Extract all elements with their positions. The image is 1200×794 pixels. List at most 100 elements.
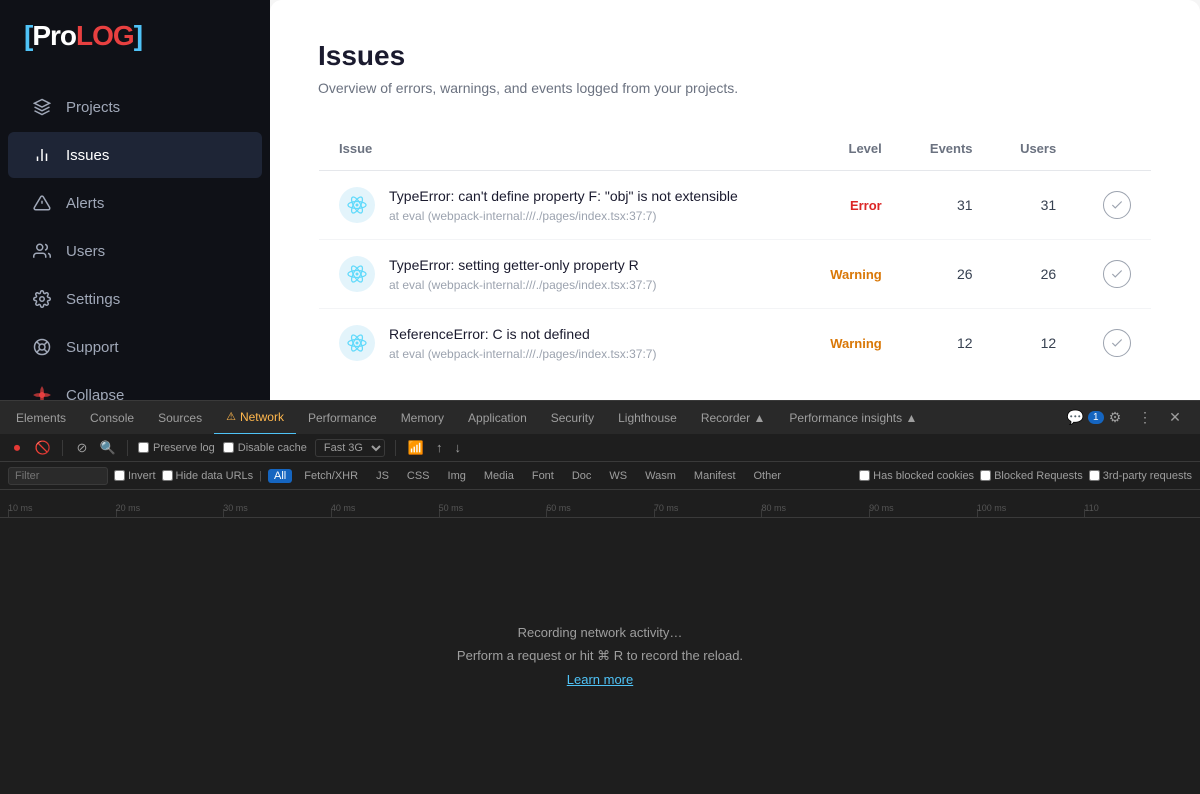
col-level: Level <box>801 127 902 171</box>
upload-button[interactable]: ↑ <box>434 440 445 455</box>
timeline-tick-4: 50 ms <box>439 490 547 517</box>
timeline-tick-0: 10 ms <box>8 490 116 517</box>
wifi-button[interactable]: 📶 <box>406 440 426 456</box>
tab-application[interactable]: Application <box>456 401 539 435</box>
tab-performance[interactable]: Performance <box>296 401 389 435</box>
has-blocked-cookies-label: Has blocked cookies <box>873 470 974 482</box>
console-badge-button[interactable]: 💬 1 <box>1072 405 1098 431</box>
network-recording-text: Recording network activity… <box>518 625 683 640</box>
sidebar-item-users[interactable]: Users <box>8 228 262 274</box>
hide-data-urls-checkbox[interactable]: Hide data URLs <box>162 470 254 482</box>
tab-security[interactable]: Security <box>539 401 606 435</box>
events-cell-1: 31 <box>902 171 993 240</box>
invert-checkbox[interactable]: Invert <box>114 470 156 482</box>
clear-button[interactable]: 🚫 <box>34 439 52 457</box>
events-cell-3: 12 <box>902 309 993 378</box>
level-badge-3: Warning <box>830 336 882 351</box>
sidebar-item-alerts-label: Alerts <box>66 195 104 212</box>
filter-input[interactable] <box>8 467 108 485</box>
react-icon-3 <box>339 325 375 361</box>
support-icon <box>32 337 52 357</box>
record-button[interactable]: ⏺ <box>8 439 26 457</box>
level-badge-1: Error <box>850 198 882 213</box>
level-cell-1: Error <box>801 171 902 240</box>
sidebar-item-alerts[interactable]: Alerts <box>8 180 262 226</box>
tab-console[interactable]: Console <box>78 401 146 435</box>
filter-font-button[interactable]: Font <box>526 469 560 483</box>
filter-doc-button[interactable]: Doc <box>566 469 598 483</box>
disable-cache-input[interactable] <box>223 442 234 453</box>
issue-subtitle-3: at eval (webpack-internal:///./pages/ind… <box>389 347 656 361</box>
blocked-requests-checkbox[interactable]: Blocked Requests <box>980 470 1083 482</box>
filter-all-button[interactable]: All <box>268 469 292 483</box>
close-devtools-button[interactable]: ✕ <box>1162 405 1188 431</box>
users-icon <box>32 241 52 261</box>
timeline-tick-5: 60 ms <box>546 490 654 517</box>
filter-css-button[interactable]: CSS <box>401 469 436 483</box>
search-button[interactable]: 🔍 <box>99 439 117 457</box>
users-cell-1: 31 <box>993 171 1077 240</box>
filter-wasm-button[interactable]: Wasm <box>639 469 682 483</box>
devtools-filterbar: Invert Hide data URLs | All Fetch/XHR JS… <box>0 462 1200 490</box>
learn-more-link[interactable]: Learn more <box>567 672 633 687</box>
resolve-button-1[interactable] <box>1103 191 1131 219</box>
layers-icon <box>32 97 52 117</box>
sidebar: [ProLOG] Projects <box>0 0 270 400</box>
sidebar-item-support[interactable]: Support <box>8 324 262 370</box>
filter-right: Has blocked cookies Blocked Requests 3rd… <box>859 470 1192 482</box>
sidebar-item-issues[interactable]: Issues <box>8 132 262 178</box>
col-issue: Issue <box>319 127 802 171</box>
filter-js-button[interactable]: JS <box>370 469 395 483</box>
disable-cache-checkbox[interactable]: Disable cache <box>223 442 307 454</box>
filter-fetchxhr-button[interactable]: Fetch/XHR <box>298 469 364 483</box>
hide-data-urls-label: Hide data URLs <box>176 470 254 482</box>
issue-cell-3: ReferenceError: C is not defined at eval… <box>319 309 802 378</box>
sidebar-nav: Projects Issues <box>0 82 270 420</box>
resolve-button-2[interactable] <box>1103 260 1131 288</box>
tab-network[interactable]: ⚠ Network <box>214 401 296 435</box>
download-button[interactable]: ↓ <box>453 440 464 455</box>
disable-cache-label: Disable cache <box>238 442 307 454</box>
sidebar-item-settings-label: Settings <box>66 291 120 308</box>
tab-memory[interactable]: Memory <box>389 401 456 435</box>
filter-other-button[interactable]: Other <box>748 469 788 483</box>
resolve-button-3[interactable] <box>1103 329 1131 357</box>
toolbar-divider-2 <box>127 440 128 456</box>
issue-cell-1: TypeError: can't define property F: "obj… <box>319 171 802 240</box>
issue-cell-2: TypeError: setting getter-only property … <box>319 240 802 309</box>
filter-manifest-button[interactable]: Manifest <box>688 469 742 483</box>
throttle-select[interactable]: Fast 3G <box>315 439 385 457</box>
tab-recorder[interactable]: Recorder ▲ <box>689 401 778 435</box>
filter-ws-button[interactable]: WS <box>603 469 633 483</box>
alert-triangle-icon <box>32 193 52 213</box>
react-icon-2 <box>339 256 375 292</box>
col-users: Users <box>993 127 1077 171</box>
filter-img-button[interactable]: Img <box>442 469 472 483</box>
logo: [ProLOG] <box>0 20 270 82</box>
action-cell-3 <box>1076 309 1151 378</box>
tab-sources[interactable]: Sources <box>146 401 214 435</box>
tab-performance-insights[interactable]: Performance insights ▲ <box>777 401 929 435</box>
settings-button[interactable]: ⚙ <box>1102 405 1128 431</box>
filter-icon-button[interactable]: ⊘ <box>73 439 91 457</box>
has-blocked-cookies-checkbox[interactable]: Has blocked cookies <box>859 470 974 482</box>
sidebar-item-issues-label: Issues <box>66 147 109 164</box>
tab-lighthouse[interactable]: Lighthouse <box>606 401 689 435</box>
settings-icon <box>32 289 52 309</box>
devtools-network-area: Recording network activity… Perform a re… <box>0 518 1200 794</box>
action-cell-2 <box>1076 240 1151 309</box>
preserve-log-input[interactable] <box>138 442 149 453</box>
invert-label: Invert <box>128 470 156 482</box>
table-row: ReferenceError: C is not defined at eval… <box>319 309 1152 378</box>
sidebar-item-projects[interactable]: Projects <box>8 84 262 130</box>
tab-elements[interactable]: Elements <box>4 401 78 435</box>
third-party-checkbox[interactable]: 3rd-party requests <box>1089 470 1192 482</box>
sidebar-item-users-label: Users <box>66 243 105 260</box>
preserve-log-checkbox[interactable]: Preserve log <box>138 442 215 454</box>
devtools-actions: 💬 1 ⚙ ⋮ ✕ <box>1072 405 1196 431</box>
bar-chart-icon <box>32 145 52 165</box>
sidebar-item-settings[interactable]: Settings <box>8 276 262 322</box>
timeline-row: 10 ms 20 ms 30 ms 40 ms 50 ms 60 ms <box>0 490 1200 517</box>
filter-media-button[interactable]: Media <box>478 469 520 483</box>
more-button[interactable]: ⋮ <box>1132 405 1158 431</box>
